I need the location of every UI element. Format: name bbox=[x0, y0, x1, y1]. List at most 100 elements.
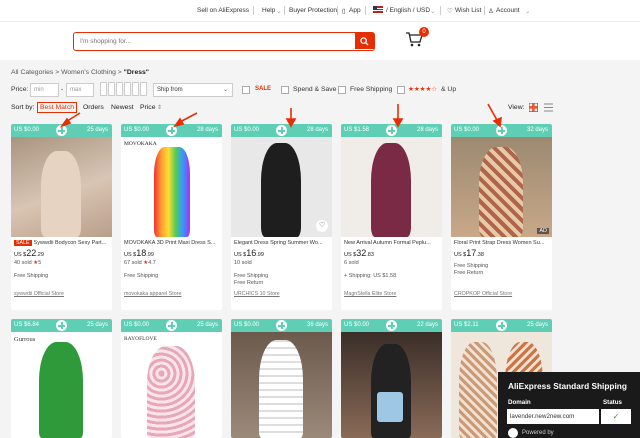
wish-list-link[interactable]: Wish List bbox=[455, 7, 481, 14]
product-card[interactable]: US $0.00 28 days MOVOKAKA MOVOKAKA 3D Pri… bbox=[121, 124, 222, 310]
add-icon[interactable] bbox=[55, 124, 68, 137]
view-label: View: bbox=[508, 104, 525, 111]
product-image[interactable]: ♡ bbox=[231, 137, 332, 237]
price-max-input[interactable]: max bbox=[66, 83, 94, 97]
brand-logo: RAYOFLOVE bbox=[124, 336, 157, 342]
sort-price-tab[interactable]: Price bbox=[140, 104, 156, 111]
search-input[interactable] bbox=[80, 35, 350, 48]
product-card[interactable]: US $0.00 32 days AD Floral Print Strap Dr… bbox=[451, 124, 552, 310]
product-image[interactable]: RAYOFLOVE bbox=[121, 332, 222, 438]
add-icon[interactable] bbox=[275, 124, 288, 137]
grid-view-icon[interactable] bbox=[528, 102, 539, 113]
breadcrumb-womens-clothing[interactable]: Women's Clothing bbox=[61, 69, 116, 76]
store-link[interactable]: movokaka apparel Store bbox=[124, 291, 181, 297]
price-range-segment[interactable] bbox=[108, 82, 115, 96]
sell-on-aliexpress-link[interactable]: Sell on AliExpress bbox=[197, 7, 249, 14]
help-link[interactable]: Help bbox=[262, 7, 275, 14]
product-image[interactable]: Gurrous bbox=[11, 332, 112, 438]
breadcrumb-all-categories[interactable]: All Categories bbox=[11, 69, 53, 76]
heart-icon: ♡ bbox=[447, 8, 453, 15]
sold-count: 6 sold bbox=[344, 260, 359, 266]
domain-header: Domain bbox=[508, 399, 531, 406]
product-image[interactable] bbox=[231, 332, 332, 438]
price-range-segment[interactable] bbox=[132, 82, 139, 96]
delivery-days: 25 days bbox=[86, 127, 108, 133]
price-range-segment[interactable] bbox=[116, 82, 123, 96]
add-icon[interactable] bbox=[275, 319, 288, 332]
delivery-days: 36 days bbox=[306, 322, 328, 328]
store-link[interactable]: sywwdii Official Store bbox=[14, 291, 64, 297]
product-card[interactable]: US $0.00 28 days ♡ Elegant Dress Spring S… bbox=[231, 124, 332, 310]
shipping-info: Free Shipping bbox=[14, 273, 49, 279]
sort-orders-tab[interactable]: Orders bbox=[83, 104, 104, 111]
sort-arrows-icon: ⇕ bbox=[157, 105, 163, 111]
delivery-days: 25 days bbox=[526, 322, 548, 328]
add-icon[interactable] bbox=[165, 124, 178, 137]
search-button[interactable] bbox=[355, 33, 374, 49]
product-card[interactable]: US $0.00 36 days bbox=[231, 319, 332, 438]
product-card[interactable]: US $1.58 28 days New Arrival Autumn Forma… bbox=[341, 124, 442, 310]
price-range-segment[interactable] bbox=[140, 82, 147, 96]
spend-save-checkbox[interactable] bbox=[281, 86, 289, 94]
rating-value: 5 bbox=[38, 260, 42, 266]
extension-title: AliExpress Standard Shipping bbox=[508, 381, 627, 391]
product-image[interactable]: AD bbox=[451, 137, 552, 237]
delivery-days: 28 days bbox=[306, 127, 328, 133]
store-link[interactable]: URCHICS 10 Store bbox=[234, 291, 280, 297]
add-icon[interactable] bbox=[165, 319, 178, 332]
sale-checkbox[interactable] bbox=[242, 86, 250, 94]
product-title[interactable]: New Arrival Autumn Formal Peplu... bbox=[344, 240, 440, 246]
product-title[interactable]: SALE Sywwdii Bodycon Sexy Part... bbox=[14, 240, 110, 246]
rating-value: 4.7 bbox=[148, 260, 156, 266]
add-icon[interactable] bbox=[495, 124, 508, 137]
add-icon[interactable] bbox=[385, 124, 398, 137]
price-min-input[interactable]: min bbox=[30, 83, 59, 97]
spend-save-label: Spend & Save bbox=[293, 86, 337, 93]
wishlist-heart-icon[interactable]: ♡ bbox=[316, 220, 328, 232]
ship-from-select[interactable]: Ship from ⌄ bbox=[153, 83, 233, 97]
product-image[interactable]: MOVOKAKA bbox=[121, 137, 222, 237]
product-image[interactable] bbox=[341, 137, 442, 237]
product-price: US $32.83 bbox=[344, 248, 374, 258]
product-card[interactable]: US $0.00 25 days RAYOFLOVE bbox=[121, 319, 222, 438]
shipping-info: + Shipping: US $1.58 bbox=[344, 273, 397, 279]
store-link[interactable]: CROPKOP Official Store bbox=[454, 291, 512, 297]
rating-checkbox[interactable] bbox=[397, 86, 405, 94]
buyer-protection-link[interactable]: Buyer Protection bbox=[289, 7, 337, 14]
free-shipping-checkbox[interactable] bbox=[338, 86, 346, 94]
app-link[interactable]: App bbox=[349, 7, 361, 14]
sort-best-match-tab[interactable]: Best Match bbox=[37, 102, 77, 113]
product-card[interactable]: US $6.84 25 days Gurrous bbox=[11, 319, 112, 438]
breadcrumb-current: "Dress" bbox=[123, 69, 150, 76]
ad-badge: AD bbox=[537, 228, 549, 234]
product-image[interactable] bbox=[341, 332, 442, 438]
breadcrumb-separator: > bbox=[55, 69, 60, 76]
product-image[interactable] bbox=[11, 137, 112, 237]
product-title[interactable]: Floral Print Strap Dress Women Su... bbox=[454, 240, 550, 246]
price-range-segment[interactable] bbox=[124, 82, 131, 96]
product-price: US $17.38 bbox=[454, 248, 484, 258]
us-flag-icon bbox=[373, 6, 383, 13]
product-card[interactable]: US $0.00 25 days SALE Sywwdii Bodycon Sexy… bbox=[11, 124, 112, 310]
return-info: Free Return bbox=[454, 270, 484, 276]
delivery-days: 28 days bbox=[416, 127, 438, 133]
add-icon[interactable] bbox=[55, 319, 68, 332]
store-link[interactable]: MagnStella Elite Store bbox=[344, 291, 396, 297]
shipping-cost: US $0.00 bbox=[14, 127, 40, 133]
account-link[interactable]: Account bbox=[496, 7, 520, 14]
list-view-icon[interactable] bbox=[544, 103, 553, 112]
product-title[interactable]: MOVOKAKA 3D Print Maxi Dress S... bbox=[124, 240, 220, 246]
price-range-segment[interactable] bbox=[100, 82, 107, 96]
price-dash: - bbox=[61, 86, 64, 93]
language-currency-selector[interactable]: / English / USD bbox=[386, 7, 430, 14]
product-card[interactable]: US $0.00 22 days bbox=[341, 319, 442, 438]
shipping-cost: US $6.84 bbox=[14, 322, 40, 328]
sold-text: 67 sold bbox=[124, 260, 142, 266]
add-icon[interactable] bbox=[495, 319, 508, 332]
sort-newest-tab[interactable]: Newest bbox=[111, 104, 134, 111]
price-integer: 32 bbox=[356, 248, 367, 258]
product-title[interactable]: Elegant Dress Spring Summer Wo... bbox=[234, 240, 330, 246]
status-header: Status bbox=[603, 399, 622, 406]
cart-button[interactable]: 0 bbox=[405, 27, 429, 49]
add-icon[interactable] bbox=[385, 319, 398, 332]
